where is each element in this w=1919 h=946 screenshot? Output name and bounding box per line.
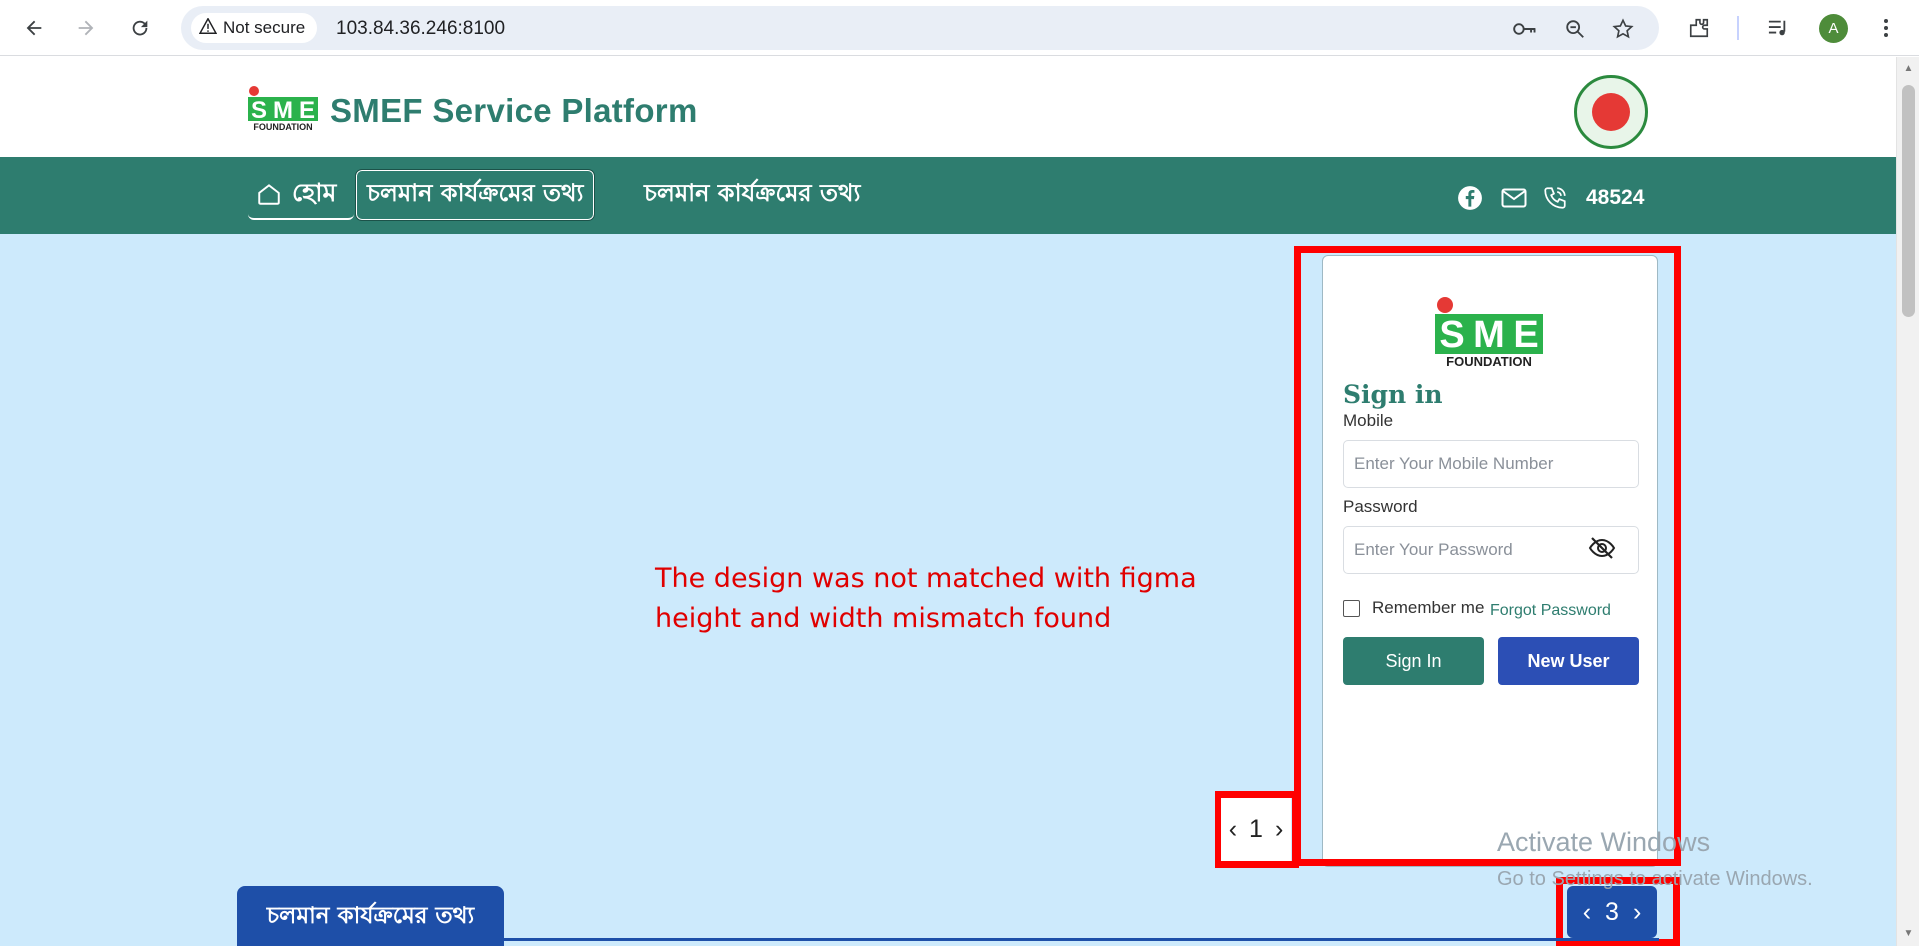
back-icon[interactable]: [18, 12, 50, 44]
slider-pager-1: ‹ 1 ›: [1221, 798, 1291, 861]
page-scrollbar[interactable]: ▲ ▼: [1896, 57, 1919, 946]
logo-letter-s: S: [251, 97, 267, 124]
main-navbar: হোম চলমান কার্যক্রমের তথ্য চলমান কার্যক্…: [0, 157, 1896, 234]
address-bar[interactable]: Not secure 103.84.36.246:8100: [181, 6, 1659, 50]
nav-home-label: হোম: [292, 177, 337, 207]
pager-1-prev[interactable]: ‹: [1229, 815, 1237, 844]
logo-letter-e: E: [299, 97, 315, 124]
smef-logo[interactable]: S M E FOUNDATION: [247, 85, 319, 132]
bookmark-star-icon[interactable]: [1610, 16, 1636, 42]
more-menu-icon[interactable]: [1870, 12, 1902, 44]
slider-pager-3: ‹ 3 ›: [1567, 886, 1657, 938]
pager-3-next[interactable]: ›: [1633, 898, 1641, 927]
pager-3-prev[interactable]: ‹: [1583, 898, 1591, 927]
pager-3-page: 3: [1605, 897, 1619, 926]
forward-icon[interactable]: [70, 12, 102, 44]
scroll-thumb[interactable]: [1902, 85, 1915, 317]
pager-1-next[interactable]: ›: [1275, 815, 1283, 844]
zoom-icon[interactable]: [1562, 16, 1588, 42]
scroll-up-icon[interactable]: ▲: [1902, 63, 1915, 75]
page-viewport: S M E FOUNDATION SMEF Service Platform হ…: [0, 57, 1896, 946]
bottom-section-divider: [237, 938, 1659, 946]
nav-item-ongoing-activities[interactable]: চলমান কার্যক্রমের তথ্য: [634, 170, 870, 220]
hotline-number: 48524: [1586, 186, 1645, 209]
scroll-down-icon[interactable]: ▼: [1902, 928, 1915, 940]
annotation-line-2: height and width mismatch found: [655, 603, 1112, 634]
windows-watermark-subtitle: Go to Settings to activate Windows.: [1497, 868, 1813, 890]
url-text[interactable]: 103.84.36.246:8100: [336, 18, 505, 40]
nav-home[interactable]: হোম: [248, 170, 354, 220]
toolbar-divider: [1737, 16, 1739, 40]
key-icon[interactable]: [1512, 16, 1538, 42]
security-chip[interactable]: Not secure: [191, 13, 318, 43]
home-icon: [258, 184, 280, 205]
bottom-section-tab[interactable]: চলমান কার্যক্রমের তথ্য: [237, 886, 504, 946]
pager-1-page: 1: [1249, 815, 1263, 843]
windows-watermark-title: Activate Windows: [1497, 827, 1711, 857]
nav-item-ongoing-activities-active[interactable]: চলমান কার্যক্রমের তথ্য: [354, 169, 596, 221]
phone-icon[interactable]: [1541, 184, 1569, 212]
site-header: S M E FOUNDATION SMEF Service Platform: [0, 57, 1896, 157]
highlight-box-login: [1294, 246, 1681, 866]
logo-letter-m: M: [273, 97, 293, 124]
media-queue-icon[interactable]: [1762, 12, 1794, 44]
mail-icon[interactable]: [1500, 184, 1528, 212]
logo-caption: FOUNDATION: [253, 122, 312, 131]
profile-avatar[interactable]: A: [1819, 14, 1848, 43]
browser-toolbar: Not secure 103.84.36.246:8100 A: [0, 0, 1919, 56]
warning-icon: [198, 16, 218, 39]
annotation-line-1: The design was not matched with figma: [655, 563, 1197, 594]
reload-icon[interactable]: [124, 12, 156, 44]
review-annotation: The design was not matched with figma he…: [655, 559, 1197, 639]
extensions-icon[interactable]: [1683, 12, 1715, 44]
site-title: SMEF Service Platform: [330, 92, 698, 129]
facebook-icon[interactable]: [1456, 184, 1484, 212]
security-label: Not secure: [223, 18, 306, 37]
government-seal-icon: [1574, 75, 1648, 149]
